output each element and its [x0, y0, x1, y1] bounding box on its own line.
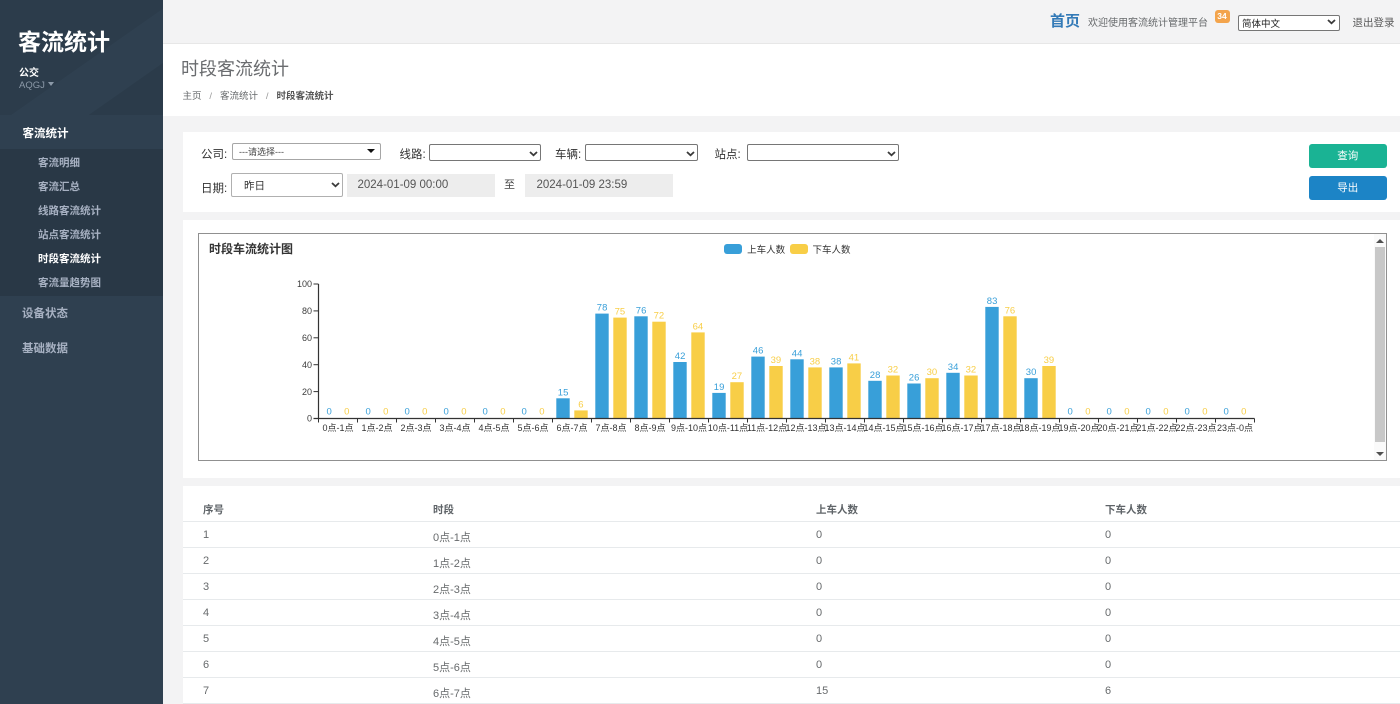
svg-text:10点-11点: 10点-11点 — [707, 423, 747, 433]
svg-text:1点-2点: 1点-2点 — [361, 423, 392, 433]
svg-text:17点-18点: 17点-18点 — [980, 423, 1021, 433]
svg-text:83: 83 — [986, 296, 997, 307]
svg-text:40: 40 — [301, 360, 311, 370]
svg-text:41: 41 — [848, 352, 859, 363]
svg-text:7点-8点: 7点-8点 — [595, 423, 626, 433]
svg-text:76: 76 — [635, 305, 646, 316]
svg-text:22点-23点: 22点-23点 — [1175, 423, 1216, 433]
svg-text:0: 0 — [1163, 407, 1168, 418]
svg-text:72: 72 — [653, 311, 664, 322]
svg-text:76: 76 — [1004, 305, 1015, 316]
svg-text:42: 42 — [674, 351, 685, 362]
svg-text:0: 0 — [1184, 407, 1189, 418]
svg-text:12点-13点: 12点-13点 — [785, 423, 826, 433]
svg-text:0: 0 — [344, 407, 349, 418]
svg-text:0: 0 — [422, 407, 427, 418]
svg-text:6点-7点: 6点-7点 — [556, 423, 587, 433]
svg-text:0: 0 — [521, 407, 526, 418]
svg-text:0: 0 — [383, 407, 388, 418]
svg-text:0: 0 — [404, 407, 409, 418]
svg-text:15点-16点: 15点-16点 — [902, 423, 943, 433]
svg-text:0: 0 — [500, 407, 505, 418]
svg-text:18点-19点: 18点-19点 — [1019, 423, 1060, 433]
svg-text:3点-4点: 3点-4点 — [439, 423, 470, 433]
svg-text:28: 28 — [869, 370, 880, 381]
svg-text:19点-20点: 19点-20点 — [1058, 423, 1099, 433]
svg-text:0: 0 — [461, 407, 466, 418]
svg-text:5点-6点: 5点-6点 — [517, 423, 548, 433]
svg-text:39: 39 — [770, 355, 781, 366]
svg-text:0: 0 — [482, 407, 487, 418]
svg-text:16点-17点: 16点-17点 — [941, 423, 982, 433]
svg-text:8点-9点: 8点-9点 — [634, 423, 665, 433]
svg-text:0: 0 — [443, 407, 448, 418]
svg-text:14点-15点: 14点-15点 — [863, 423, 904, 433]
svg-text:21点-22点: 21点-22点 — [1136, 423, 1177, 433]
svg-text:0: 0 — [306, 414, 311, 424]
svg-text:100: 100 — [296, 279, 311, 289]
svg-text:0: 0 — [1241, 407, 1246, 418]
svg-text:9点-10点: 9点-10点 — [670, 423, 706, 433]
svg-text:60: 60 — [301, 333, 311, 343]
svg-text:20: 20 — [301, 387, 311, 397]
svg-text:26: 26 — [908, 373, 919, 384]
svg-text:0: 0 — [1124, 407, 1129, 418]
svg-text:0: 0 — [1085, 407, 1090, 418]
svg-text:11点-12点: 11点-12点 — [746, 423, 786, 433]
svg-text:38: 38 — [809, 356, 820, 367]
svg-text:19: 19 — [713, 382, 724, 393]
svg-text:2点-3点: 2点-3点 — [400, 423, 431, 433]
svg-text:0: 0 — [326, 407, 331, 418]
svg-text:23点-0点: 23点-0点 — [1216, 423, 1252, 433]
svg-text:0: 0 — [1067, 407, 1072, 418]
svg-text:0: 0 — [365, 407, 370, 418]
svg-text:13点-14点: 13点-14点 — [824, 423, 865, 433]
svg-text:4点-5点: 4点-5点 — [478, 423, 509, 433]
svg-text:39: 39 — [1043, 355, 1054, 366]
svg-text:0点-1点: 0点-1点 — [322, 423, 353, 433]
svg-text:6: 6 — [578, 399, 583, 410]
svg-text:27: 27 — [731, 371, 742, 382]
svg-text:0: 0 — [1145, 407, 1150, 418]
svg-text:46: 46 — [752, 346, 763, 357]
svg-text:0: 0 — [1223, 407, 1228, 418]
svg-text:78: 78 — [596, 303, 607, 314]
svg-text:20点-21点: 20点-21点 — [1097, 423, 1138, 433]
svg-text:44: 44 — [791, 348, 802, 359]
svg-text:32: 32 — [887, 365, 898, 376]
svg-text:15: 15 — [557, 387, 568, 398]
svg-text:30: 30 — [1025, 367, 1036, 378]
svg-text:0: 0 — [1202, 407, 1207, 418]
svg-text:30: 30 — [926, 367, 937, 378]
svg-text:64: 64 — [692, 321, 703, 332]
svg-text:38: 38 — [830, 356, 841, 367]
svg-text:34: 34 — [947, 362, 958, 373]
svg-text:75: 75 — [614, 307, 625, 318]
svg-text:80: 80 — [301, 306, 311, 316]
svg-text:32: 32 — [965, 365, 976, 376]
svg-text:0: 0 — [1106, 407, 1111, 418]
svg-text:0: 0 — [539, 407, 544, 418]
